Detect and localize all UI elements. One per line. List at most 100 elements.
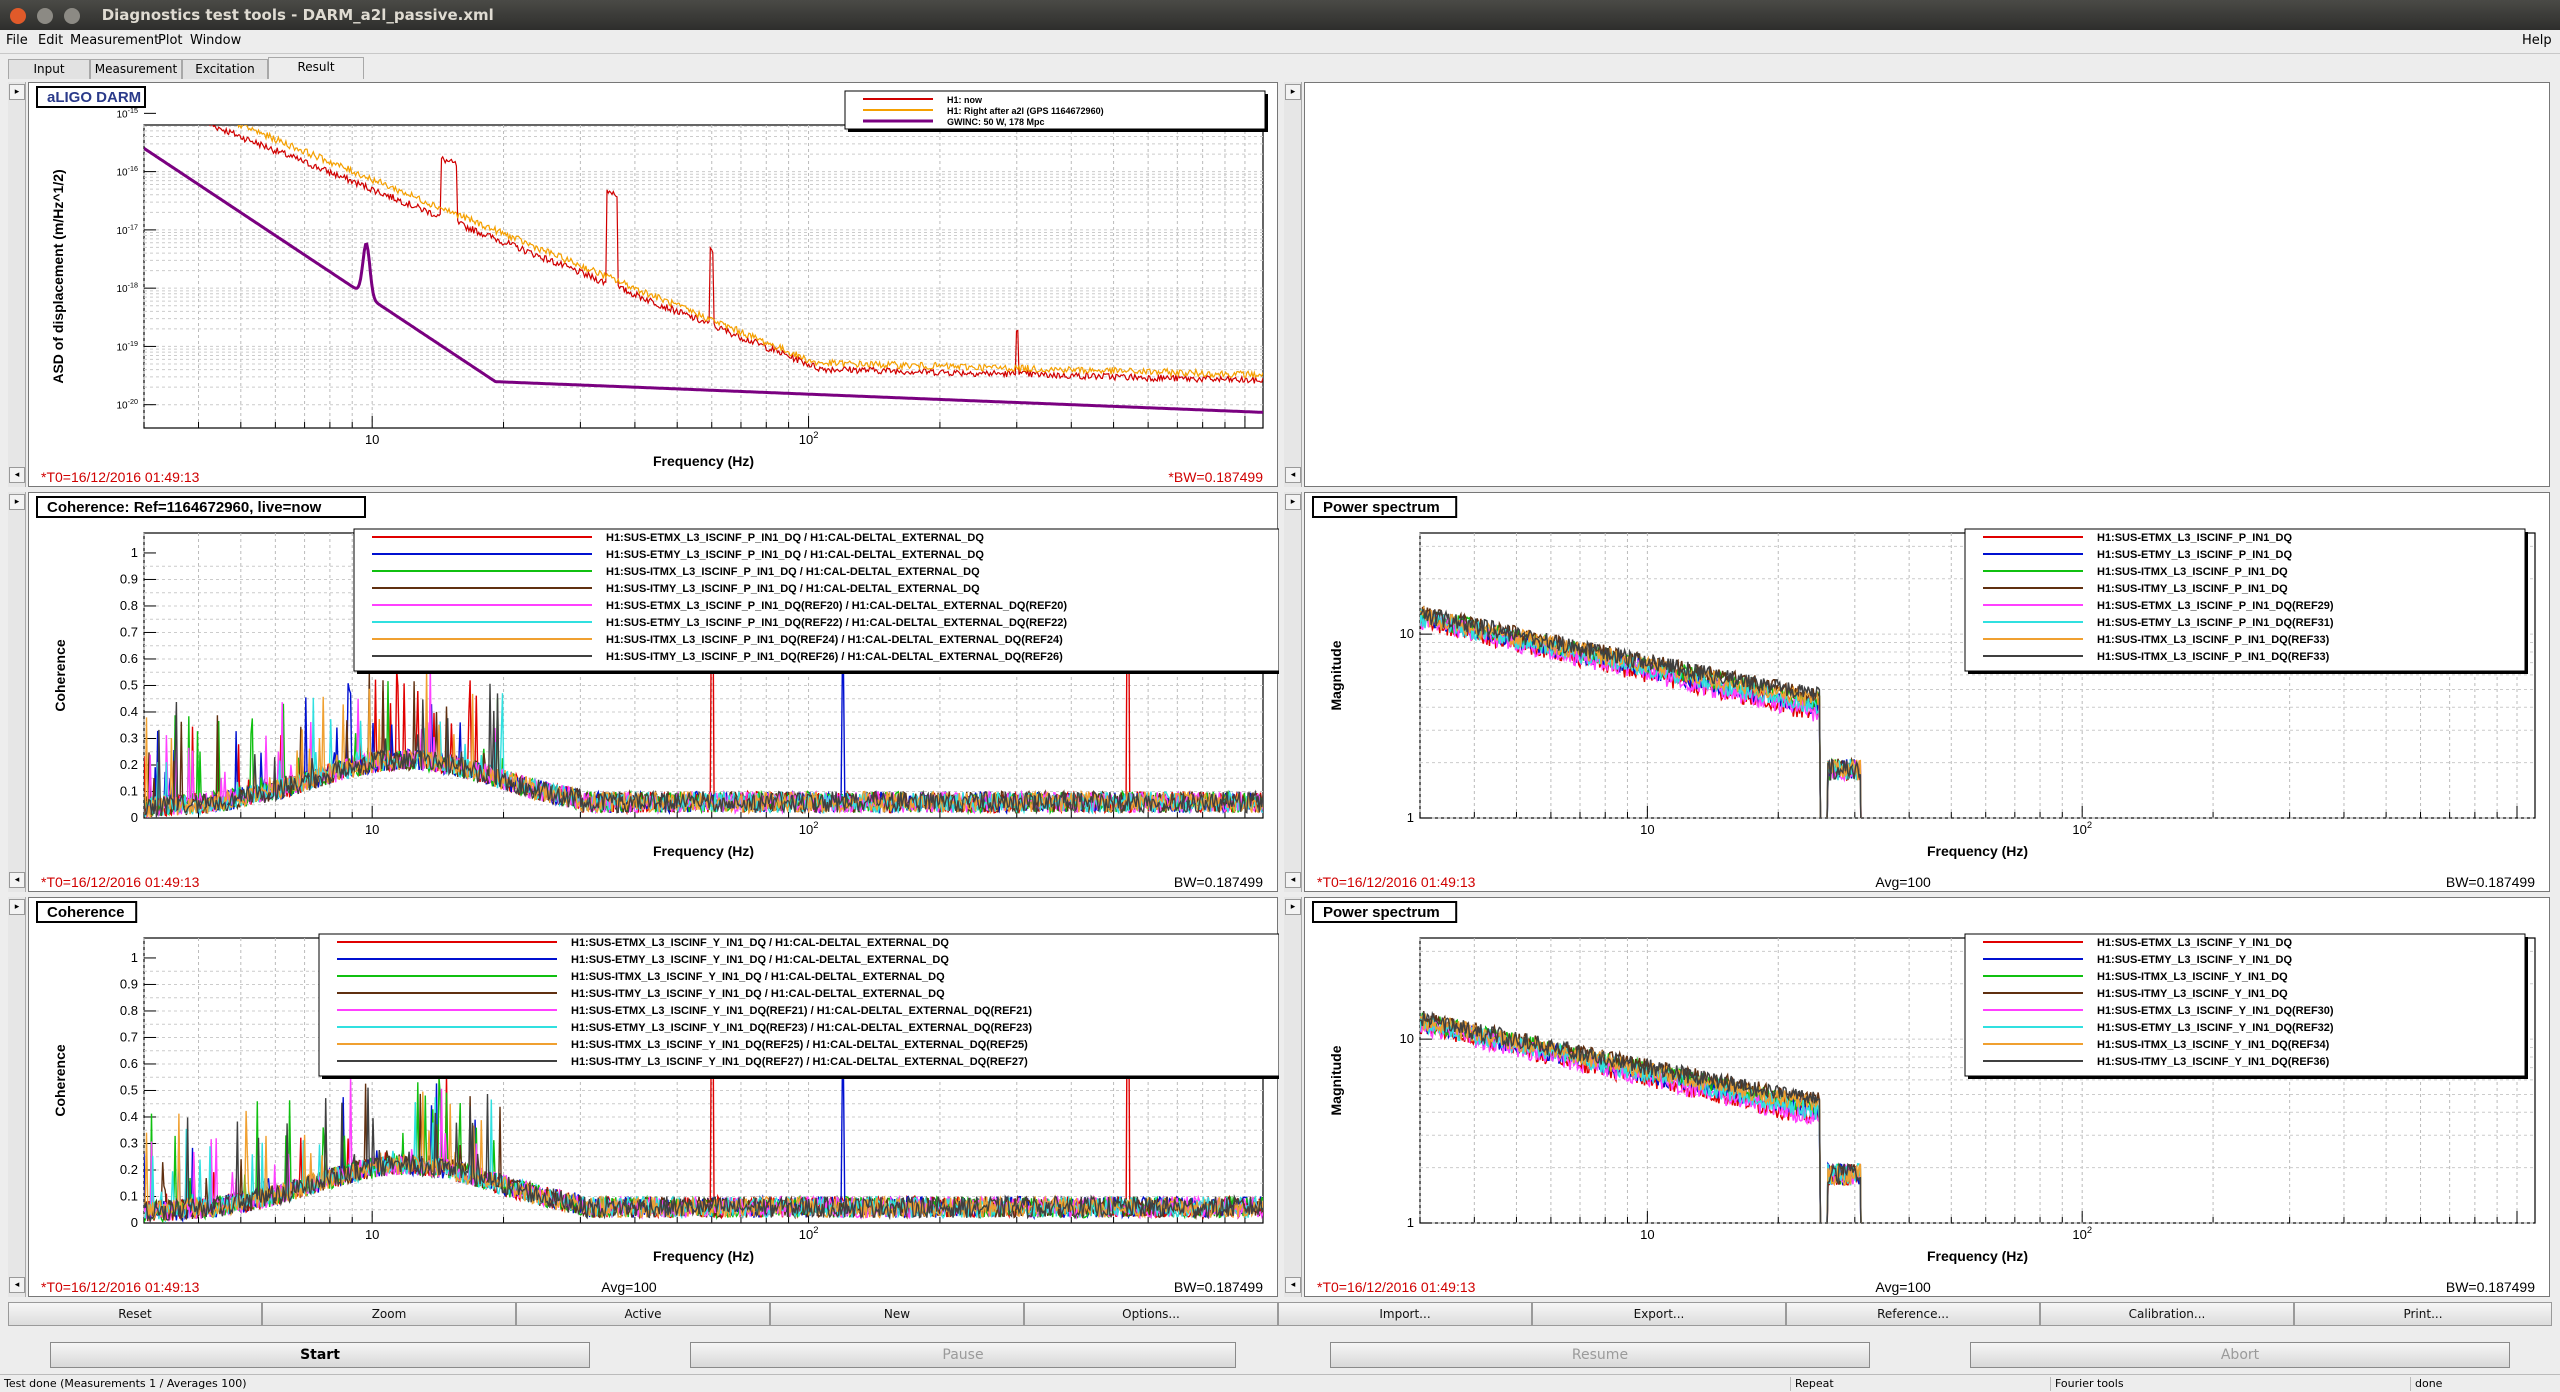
calibration-button[interactable]: Calibration...: [2040, 1302, 2294, 1326]
footer-t0: *T0=16/12/2016 01:49:13: [41, 1279, 200, 1295]
menu-file[interactable]: File: [6, 33, 28, 48]
export-button[interactable]: Export...: [1532, 1302, 1786, 1326]
plot-panel-p1[interactable]: aLIGO DARM 10 102 10-15 10-16 10-17 10-18 10-19…: [28, 82, 1278, 487]
plot-panel-p2[interactable]: [1304, 82, 2550, 487]
panel-collapse-arrow-icon[interactable]: ◂: [9, 1277, 25, 1293]
legend-entry: GWINC: 50 W, 178 Mpc: [947, 117, 1045, 127]
minimize-window-icon[interactable]: [37, 8, 54, 24]
start-button[interactable]: Start: [50, 1342, 590, 1368]
legend: H1:SUS-ETMX_L3_ISCINF_Y_IN1_DQ H1:SUS-ETM…: [1964, 933, 2528, 1079]
legend-entry: H1:SUS-ITMX_L3_ISCINF_P_IN1_DQ: [2097, 566, 2288, 578]
y-tick-label: 0.9: [120, 571, 138, 586]
footer-bw: BW=0.187499: [1174, 874, 1263, 890]
panel-option-arrow-icon[interactable]: ▸: [1285, 899, 1301, 915]
legend-entry: H1:SUS-ITMX_L3_ISCINF_Y_IN1_DQ / H1:CAL-…: [571, 971, 945, 983]
resume-button[interactable]: Resume: [1330, 1342, 1870, 1368]
reset-button[interactable]: Reset: [8, 1302, 262, 1326]
x-axis-label: Frequency (Hz): [1927, 1248, 2028, 1264]
panel-option-arrow-icon[interactable]: ▸: [9, 899, 25, 915]
y-tick-label: 0.7: [120, 624, 138, 639]
plot-panel-p5[interactable]: Coherence 10 102 1 0.9 0.8 0.7 0.6 0.5 0.4 0.3 0.2 0…: [28, 897, 1282, 1297]
panel-collapse-arrow-icon[interactable]: ◂: [1285, 1277, 1301, 1293]
menu-measurement[interactable]: Measurement: [70, 33, 159, 48]
abort-button[interactable]: Abort: [1970, 1342, 2510, 1368]
menu-help[interactable]: Help: [2522, 33, 2552, 48]
y-tick-label: 0.6: [120, 1056, 138, 1071]
legend: H1: nowH1: Right after a2l (GPS 11646729…: [844, 90, 1268, 132]
footer-t0: *T0=16/12/2016 01:49:13: [41, 469, 200, 485]
legend-entry: H1:SUS-ITMY_L3_ISCINF_Y_IN1_DQ(REF36): [2097, 1056, 2330, 1068]
menu-edit[interactable]: Edit: [38, 33, 63, 48]
tab-measurement[interactable]: Measurement: [90, 59, 182, 79]
main-tabs: Input Measurement Excitation Result: [0, 56, 2560, 80]
new-button[interactable]: New: [770, 1302, 1024, 1326]
plot-panel-p4[interactable]: Power spectrum 10 102 10 1 Magnitude Frequency…: [1304, 492, 2550, 892]
menu-bar: File Edit Measurement Plot Window Help: [0, 30, 2560, 54]
footer-t0: *T0=16/12/2016 01:49:13: [1317, 874, 1476, 890]
y-axis-label: Coherence: [52, 1044, 68, 1117]
tab-input[interactable]: Input: [8, 59, 90, 79]
panel-option-arrow-icon[interactable]: ▸: [9, 84, 25, 100]
panel-scroll-column: ▸ ◂: [8, 82, 26, 487]
legend-entry: H1:SUS-ETMX_L3_ISCINF_Y_IN1_DQ: [2097, 937, 2292, 949]
panel-collapse-arrow-icon[interactable]: ◂: [9, 467, 25, 483]
legend-entry: H1:SUS-ITMX_L3_ISCINF_Y_IN1_DQ(REF34): [2097, 1039, 2330, 1051]
options-button[interactable]: Options...: [1024, 1302, 1278, 1326]
y-axis-label: Coherence: [52, 639, 68, 712]
y-tick-label: 10-15: [116, 106, 138, 121]
panel-option-arrow-icon[interactable]: ▸: [1285, 494, 1301, 510]
panel-collapse-arrow-icon[interactable]: ◂: [1285, 872, 1301, 888]
legend: H1:SUS-ETMX_L3_ISCINF_Y_IN1_DQ / H1:CAL-…: [318, 933, 1282, 1079]
plot-panel-p3[interactable]: Coherence: Ref=1164672960, live=now 10 102…: [28, 492, 1282, 892]
y-tick-label: 0.2: [120, 1162, 138, 1177]
active-button[interactable]: Active: [516, 1302, 770, 1326]
y-tick-label: 0.5: [120, 1082, 138, 1097]
panel-scroll-column: ▸ ◂: [1284, 82, 1302, 487]
x-tick-label: 10: [1640, 1227, 1654, 1242]
panel-title: Power spectrum: [1323, 499, 1440, 516]
plot-panel-p6[interactable]: Power spectrum 10 102 10 1 Magnitude Frequency…: [1304, 897, 2550, 1297]
y-tick-label: 0.6: [120, 651, 138, 666]
legend-entry: H1:SUS-ETMY_L3_ISCINF_P_IN1_DQ: [2097, 549, 2292, 561]
legend: H1:SUS-ETMX_L3_ISCINF_P_IN1_DQ H1:SUS-ETM…: [1964, 528, 2528, 674]
legend-entry: H1:SUS-ITMX_L3_ISCINF_Y_IN1_DQ(REF25) / …: [571, 1039, 1028, 1051]
y-tick-label: 10-19: [116, 339, 138, 354]
y-tick-label: 10: [1400, 626, 1414, 641]
menu-window[interactable]: Window: [190, 33, 241, 48]
zoom-button[interactable]: Zoom: [262, 1302, 516, 1326]
y-tick-label: 0.8: [120, 1003, 138, 1018]
panel-scroll-column: ▸ ◂: [1284, 492, 1302, 892]
x-axis-label: Frequency (Hz): [653, 1248, 754, 1264]
y-tick-label: 0.7: [120, 1029, 138, 1044]
panel-collapse-arrow-icon[interactable]: ◂: [9, 872, 25, 888]
y-tick-label: 0.9: [120, 976, 138, 991]
footer-t0: *T0=16/12/2016 01:49:13: [1317, 1279, 1476, 1295]
y-tick-label: 10: [1400, 1031, 1414, 1046]
print-button[interactable]: Print...: [2294, 1302, 2552, 1326]
import-button[interactable]: Import...: [1278, 1302, 1532, 1326]
footer-avg: Avg=100: [601, 1279, 657, 1295]
tab-result[interactable]: Result: [268, 57, 364, 79]
reference-button[interactable]: Reference...: [1786, 1302, 2040, 1326]
legend-entry: H1:SUS-ETMY_L3_ISCINF_Y_IN1_DQ(REF32): [2097, 1022, 2334, 1034]
panel-collapse-arrow-icon[interactable]: ◂: [1285, 467, 1301, 483]
legend-entry: H1:SUS-ETMY_L3_ISCINF_Y_IN1_DQ / H1:CAL-…: [571, 954, 949, 966]
footer-bw: BW=0.187499: [1174, 1279, 1263, 1295]
tab-excitation[interactable]: Excitation: [182, 59, 268, 79]
menu-plot[interactable]: Plot: [158, 33, 183, 48]
legend-entry: H1:SUS-ETMX_L3_ISCINF_Y_IN1_DQ / H1:CAL-…: [571, 937, 949, 949]
pause-button[interactable]: Pause: [690, 1342, 1236, 1368]
legend-entry: H1:SUS-ITMX_L3_ISCINF_P_IN1_DQ(REF24) / …: [606, 634, 1063, 646]
panel-scroll-column: ▸ ◂: [8, 492, 26, 892]
panel-option-arrow-icon[interactable]: ▸: [9, 494, 25, 510]
plot-grid: [143, 112, 1264, 429]
close-window-icon[interactable]: [10, 8, 26, 24]
legend-entry: H1: Right after a2l (GPS 1164672960): [947, 106, 1104, 116]
y-axis-label: Magnitude: [1328, 640, 1344, 710]
panel-option-arrow-icon[interactable]: ▸: [1285, 84, 1301, 100]
legend-entry: H1:SUS-ETMX_L3_ISCINF_P_IN1_DQ: [2097, 532, 2292, 544]
x-tick-label: 10: [1640, 822, 1654, 837]
x-tick-label: 102: [799, 1225, 819, 1242]
maximize-window-icon[interactable]: [64, 8, 81, 24]
y-tick-label: 1: [1407, 810, 1414, 825]
